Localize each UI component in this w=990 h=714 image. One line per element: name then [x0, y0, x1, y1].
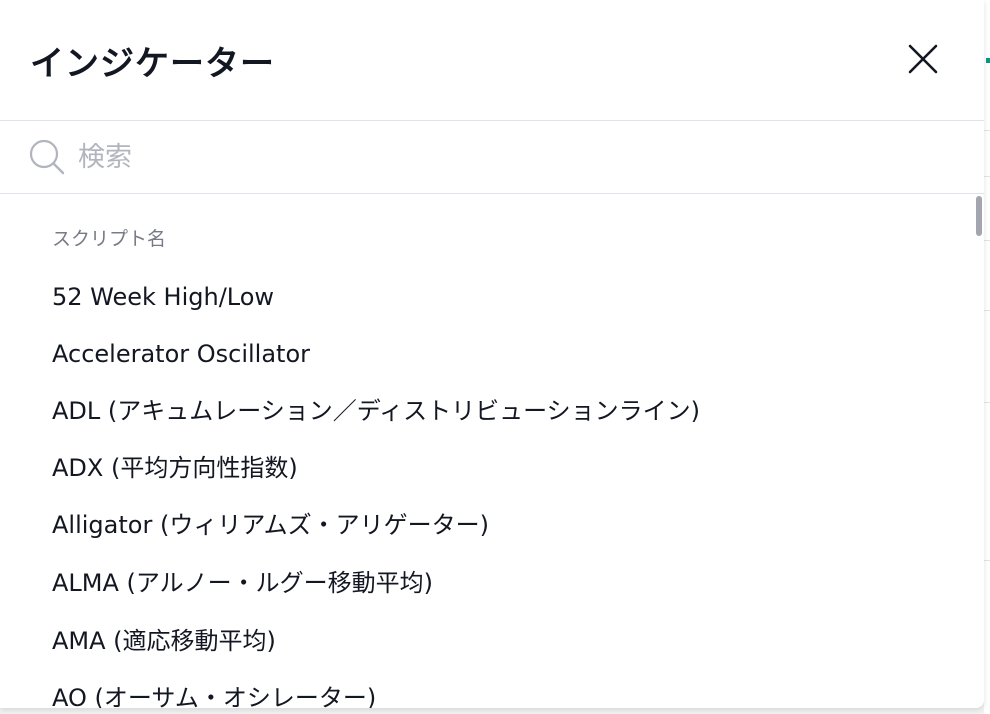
search-icon [29, 139, 65, 175]
list-item[interactable]: ADX (平均方向性指数) [52, 452, 298, 484]
section-header-script-name: スクリプト名 [52, 228, 167, 250]
search-input[interactable] [78, 135, 958, 179]
indicators-dialog: インジケーター スクリプト名 52 Week High/Low Accelera… [0, 0, 984, 708]
list-item[interactable]: ADL (アキュムレーション／ディストリビューションライン) [52, 395, 700, 427]
chart-backdrop-strip [984, 0, 990, 714]
list-item[interactable]: 52 Week High/Low [52, 281, 274, 313]
close-icon [908, 44, 938, 74]
list-item[interactable]: AO (オーサム・オシレーター) [52, 682, 376, 708]
chart-grid-line [984, 402, 990, 403]
dialog-header: インジケーター [0, 0, 984, 120]
list-item[interactable]: AMA (適応移動平均) [52, 625, 276, 657]
close-button[interactable] [900, 38, 946, 84]
dialog-title: インジケーター [30, 44, 275, 84]
chart-grid-line [984, 560, 990, 561]
chart-grid-line [984, 240, 990, 241]
list-item[interactable]: Alligator (ウィリアムズ・アリゲーター) [52, 509, 489, 541]
list-item[interactable]: Accelerator Oscillator [52, 338, 310, 370]
chart-grid-line [984, 176, 990, 177]
scrollbar-thumb[interactable] [976, 196, 982, 236]
chart-grid-line [984, 310, 990, 311]
chart-accent-mark [986, 58, 990, 63]
chart-grid-line [984, 130, 990, 131]
list-item[interactable]: ALMA (アルノー・ルグー移動平均) [52, 567, 433, 599]
